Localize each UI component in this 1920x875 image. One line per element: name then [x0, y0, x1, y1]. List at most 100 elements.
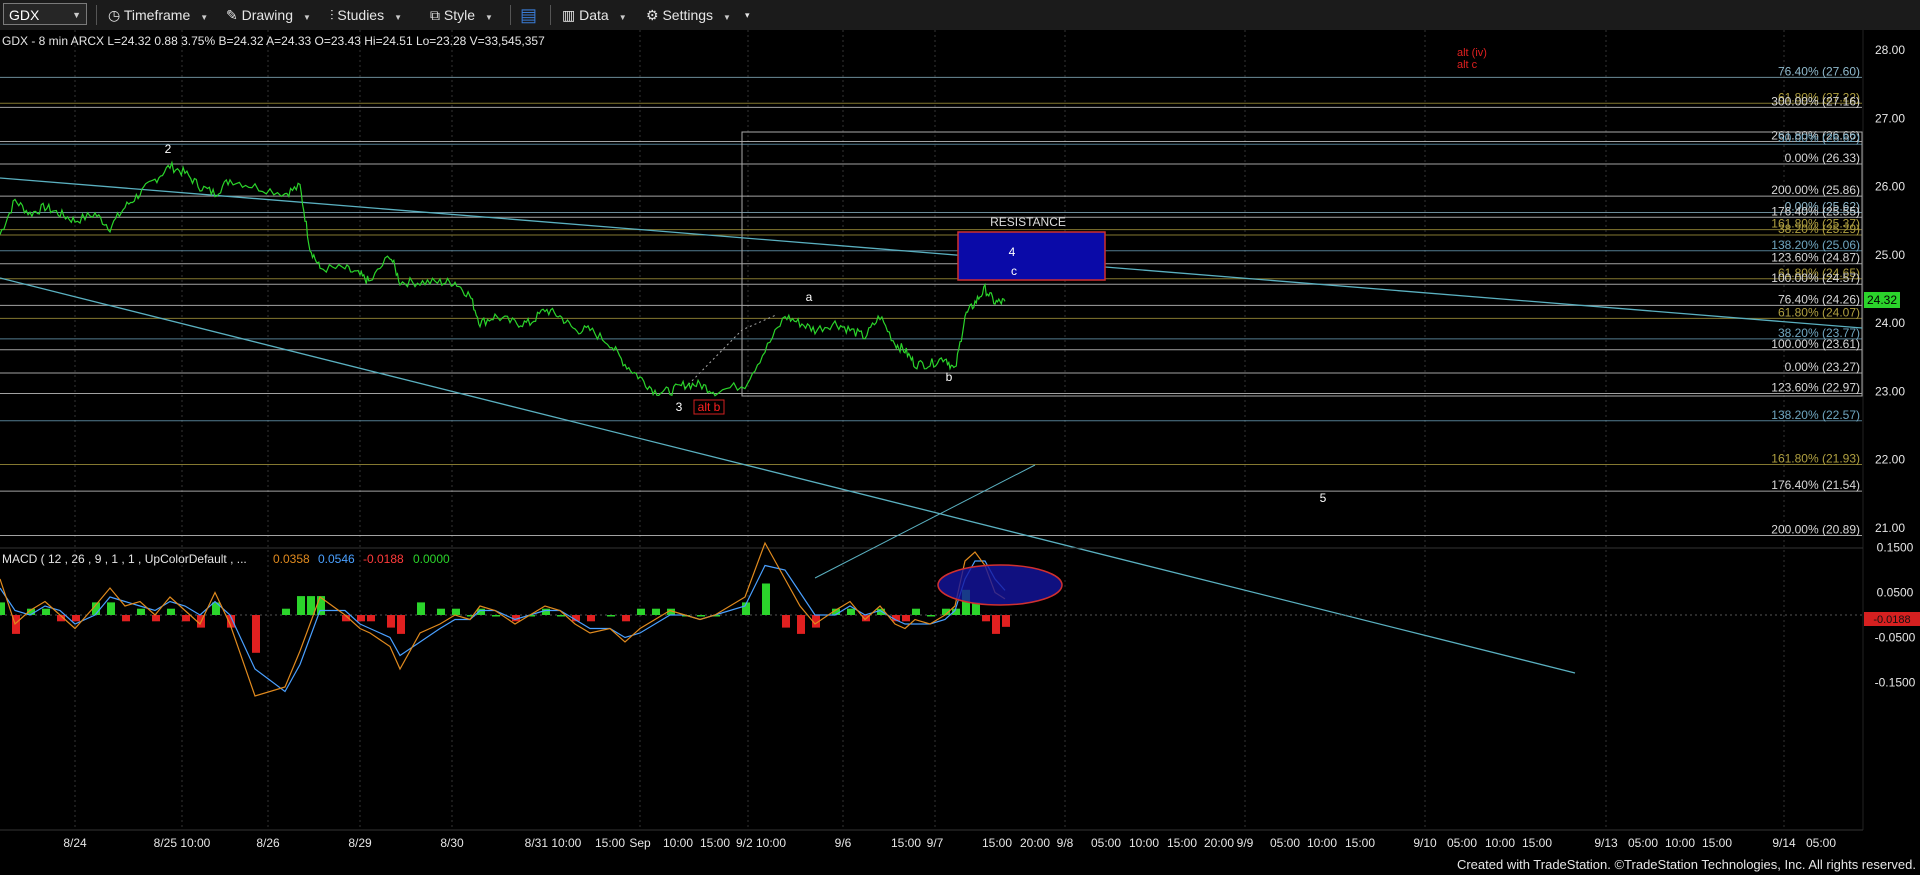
pencil-icon: ✎ — [226, 7, 238, 23]
macd-hist-bar — [282, 608, 290, 615]
toolbar-separator — [510, 5, 511, 25]
caret-icon: ▼ — [200, 13, 209, 22]
time-tick-label: 10:00 — [1665, 836, 1695, 850]
macd-hist-bar — [152, 615, 160, 622]
time-tick-label: 9/6 — [835, 836, 852, 850]
price-tick-label: 23.00 — [1875, 384, 1905, 398]
macd-hist-bar — [912, 608, 920, 615]
settings-menu[interactable]: ⚙ Settings ▼ — [646, 0, 731, 30]
macd-last-value: -0.0188 — [1873, 614, 1910, 626]
symbol-value: GDX — [9, 7, 40, 23]
alt-c-label: alt c — [1457, 59, 1478, 71]
macd-hist-bar — [652, 608, 660, 615]
time-tick-label: 20:00 — [1020, 836, 1050, 850]
studies-label: Studies — [337, 7, 385, 23]
macd-header: MACD ( 12 , 26 , 9 , 1 , 1 , UpColorDefa… — [2, 552, 247, 566]
macd-value: 0.0358 — [273, 552, 310, 566]
fib-label: 100.00% (23.61) — [1771, 337, 1860, 351]
macd-hist-bar — [762, 583, 770, 615]
fib-label: 123.60% (24.87) — [1771, 251, 1860, 265]
gear-icon: ⚙ — [646, 7, 659, 23]
macd-hist-bar — [107, 602, 115, 615]
macd-hist-bar — [492, 615, 500, 617]
macd-divergence-ellipse — [937, 564, 1063, 606]
wave-label: alt b — [698, 400, 721, 414]
symbol-input[interactable]: GDX ▼ — [3, 3, 87, 25]
studies-menu[interactable]: ⫶ Studies ▼ — [330, 0, 402, 30]
resistance-box — [957, 231, 1106, 281]
wave-label: b — [946, 370, 953, 384]
macd-hist-bar — [847, 608, 855, 615]
price-tick-label: 28.00 — [1875, 43, 1905, 57]
data-menu[interactable]: ▥ Data ▼ — [562, 0, 627, 30]
macd-hist-bar — [1002, 615, 1010, 627]
macd-hist-bar — [252, 615, 260, 653]
macd-tick-label: -0.0500 — [1875, 631, 1916, 645]
toolbar: GDX ▼ ◷ Timeframe ▼ ✎ Drawing ▼ ⫶ Studies ▼… — [0, 0, 1920, 31]
drawing-menu[interactable]: ✎ Drawing ▼ — [226, 0, 311, 30]
time-tick-label: 9/8 — [1057, 836, 1074, 850]
caret-icon: ▼ — [394, 13, 403, 22]
time-tick-label: 15:00 — [891, 836, 921, 850]
toolbar-separator — [96, 5, 97, 25]
fib-label: 76.40% (24.26) — [1778, 292, 1860, 306]
time-tick-label: 15:00 — [1702, 836, 1732, 850]
settings-label: Settings — [662, 7, 714, 23]
time-tick-label: 8/31 10:00 — [525, 836, 582, 850]
macd-hist-bar — [542, 608, 550, 615]
price-chart[interactable]: 76.40% (27.60)61.80% (27.22)300.00% (27.… — [0, 30, 1920, 855]
timeframe-menu[interactable]: ◷ Timeframe ▼ — [108, 0, 208, 30]
time-tick-label: 05:00 — [1091, 836, 1121, 850]
price-tick-label: 24.00 — [1875, 316, 1905, 330]
macd-hist-bar — [387, 615, 395, 628]
symbol-dropdown-icon[interactable]: ▼ — [72, 4, 81, 26]
time-tick-label: Sep — [629, 836, 651, 850]
price-tick-label: 22.00 — [1875, 453, 1905, 467]
fib-label: 38.20% (25.29) — [1778, 222, 1860, 236]
time-tick-label: 10:00 — [663, 836, 693, 850]
macd-hist-bar — [902, 615, 910, 622]
footer: Created with TradeStation. ©TradeStation… — [0, 855, 1920, 875]
caret-icon: ▼ — [723, 13, 731, 22]
style-icon: ⧉ — [430, 7, 440, 23]
macd-hist-bar — [437, 608, 445, 615]
time-tick-label: 9/10 — [1413, 836, 1437, 850]
layout-icon[interactable]: ▤ — [520, 0, 537, 30]
time-tick-label: 15:00 — [700, 836, 730, 850]
fib-label: 50.00% (26.62) — [1778, 131, 1860, 145]
time-tick-label: 9/13 — [1594, 836, 1618, 850]
fib-label: 200.00% (20.89) — [1771, 523, 1860, 537]
time-tick-label: 9/7 — [927, 836, 944, 850]
time-tick-label: 8/30 — [440, 836, 464, 850]
macd-hist-bar — [697, 615, 705, 617]
macd-diff-value: -0.0188 — [363, 552, 404, 566]
more-icon[interactable]: ▾ — [745, 0, 750, 30]
time-tick-label: 10:00 — [1485, 836, 1515, 850]
chart-background — [0, 30, 1920, 855]
wave-label: 2 — [165, 142, 172, 156]
fib-label: 138.20% (22.57) — [1771, 408, 1860, 422]
time-tick-label: 15:00 — [595, 836, 625, 850]
time-tick-label: 10:00 — [1307, 836, 1337, 850]
time-tick-label: 20:00 — [1204, 836, 1234, 850]
time-tick-label: 15:00 — [1345, 836, 1375, 850]
macd-hist-bar — [982, 615, 990, 622]
fib-label: 61.80% (24.07) — [1778, 305, 1860, 319]
macd-hist-bar — [182, 615, 190, 622]
time-tick-label: 05:00 — [1806, 836, 1836, 850]
macd-hist-bar — [452, 608, 460, 615]
time-tick-label: 15:00 — [982, 836, 1012, 850]
price-tick-label: 25.00 — [1875, 248, 1905, 262]
fib-label: 123.60% (22.97) — [1771, 380, 1860, 394]
fib-label: 161.80% (21.93) — [1771, 451, 1860, 465]
macd-hist-bar — [587, 615, 595, 622]
style-menu[interactable]: ⧉ Style ▼ — [430, 0, 493, 30]
wave-label: a — [806, 290, 813, 304]
resistance-label: RESISTANCE — [990, 215, 1066, 229]
fib-label: 300.00% (27.16) — [1771, 94, 1860, 108]
style-label: Style — [443, 7, 476, 23]
price-tick-label: 21.00 — [1875, 521, 1905, 535]
macd-hist-bar — [927, 615, 935, 617]
macd-hist-bar — [557, 615, 565, 617]
macd-hist-bar — [0, 602, 5, 615]
